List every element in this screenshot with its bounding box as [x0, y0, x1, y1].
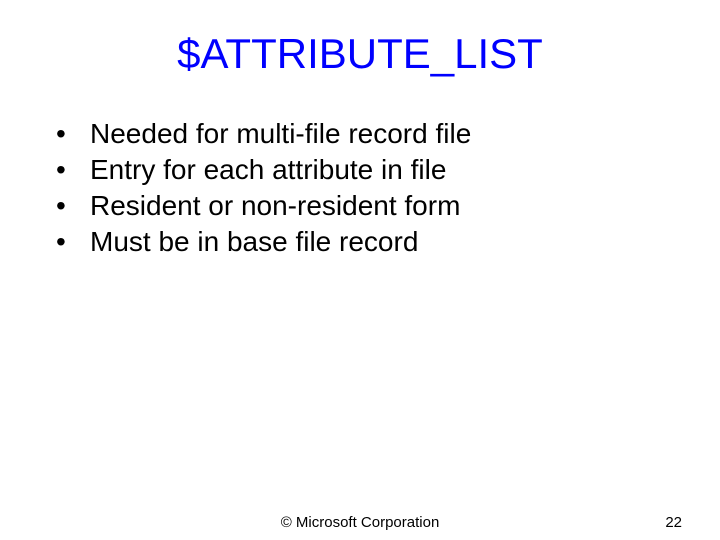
bullet-text: Resident or non-resident form — [90, 190, 670, 222]
page-number: 22 — [665, 514, 682, 531]
bullet-text: Must be in base file record — [90, 226, 670, 258]
bullet-icon: • — [50, 226, 90, 258]
bullet-text: Entry for each attribute in file — [90, 154, 670, 186]
list-item: • Must be in base file record — [50, 226, 670, 258]
list-item: • Entry for each attribute in file — [50, 154, 670, 186]
bullet-text: Needed for multi-file record file — [90, 118, 670, 150]
bullet-icon: • — [50, 190, 90, 222]
bullet-icon: • — [50, 118, 90, 150]
copyright-text: © Microsoft Corporation — [281, 514, 440, 531]
list-item: • Resident or non-resident form — [50, 190, 670, 222]
bullet-list: • Needed for multi-file record file • En… — [0, 118, 720, 258]
bullet-icon: • — [50, 154, 90, 186]
list-item: • Needed for multi-file record file — [50, 118, 670, 150]
slide-title: $ATTRIBUTE_LIST — [0, 0, 720, 118]
